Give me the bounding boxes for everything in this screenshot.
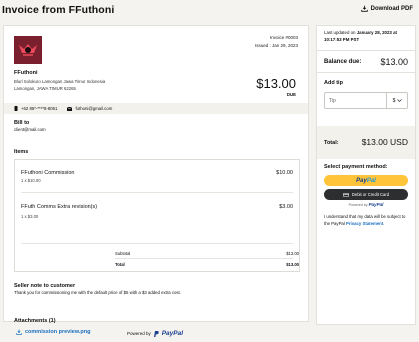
powered-by-small-text: Powered by xyxy=(348,203,368,207)
total-value: $13.00 xyxy=(286,262,299,267)
payment-sidebar: Last updated on January 28, 2023 at 10:1… xyxy=(316,25,416,325)
card-icon xyxy=(342,192,349,197)
download-pdf-button[interactable]: Download PDF xyxy=(360,5,413,12)
paypal-logo-icon xyxy=(153,330,159,337)
tip-field: $ xyxy=(324,92,408,109)
due-label: DUE xyxy=(286,92,296,97)
powered-by-text: Powered by xyxy=(126,331,151,336)
seller-address: Blurl Solokuro Lamongan Jawa Timur Indon… xyxy=(14,79,106,91)
mail-icon xyxy=(67,106,73,111)
chevron-down-icon xyxy=(397,99,403,102)
powered-by-small-brand: PayPal xyxy=(368,202,384,207)
paypal-button-label-a: Pay xyxy=(356,177,367,184)
last-updated-prefix: Last updated on xyxy=(324,30,357,35)
seller-name: FFuthoni xyxy=(14,70,38,76)
tip-currency-select[interactable]: $ xyxy=(386,93,408,108)
bill-to-heading: Bill to xyxy=(14,120,30,126)
privacy-statement-link[interactable]: Privacy Statement xyxy=(346,221,383,226)
item-price: $3.00 xyxy=(279,204,293,210)
page-title: Invoice from FFuthoni xyxy=(2,4,115,16)
payment-method-heading: Select payment method: xyxy=(324,164,388,170)
sidebar-total-label: Total: xyxy=(324,140,339,146)
item-qty-price: 1 x $3.00 xyxy=(21,214,39,219)
phone-icon xyxy=(14,106,18,111)
top-bar: Invoice from FFuthoni Download PDF xyxy=(0,0,419,22)
total-divider xyxy=(115,258,293,259)
balance-due-value: $13.00 xyxy=(380,57,408,67)
contact-band: +62 85*-****8-8061 futhoni@gmail.com xyxy=(4,103,308,114)
item-divider xyxy=(21,243,293,244)
seller-note-heading: Seller note to customer xyxy=(14,283,76,289)
paypal-button[interactable]: Pay Pal xyxy=(324,175,408,186)
invoice-number: Invoice #0003 xyxy=(269,35,298,40)
invoice-card: Invoice #0003 Issued : Jan 29, 2023 FFut… xyxy=(3,25,309,335)
divider xyxy=(317,50,415,51)
items-table: FFuthoni Commission 1 x $10.00 $10.00 FF… xyxy=(14,159,300,272)
seller-note: Thank you for commissioning me with the … xyxy=(14,290,181,295)
phone-number: +62 85*-****8-8061 xyxy=(21,106,58,111)
tip-currency-value: $ xyxy=(392,97,396,104)
seller-logo xyxy=(14,36,42,64)
paypal-brand: PayPal xyxy=(161,330,184,337)
last-updated: Last updated on January 28, 2023 at 10:1… xyxy=(324,30,414,43)
seller-email: futhoni@gmail.com xyxy=(75,106,113,111)
item-price: $10.00 xyxy=(276,170,293,176)
tip-input[interactable] xyxy=(325,93,386,108)
subtotal-value: $13.00 xyxy=(286,251,299,256)
sidebar-total-value: $13.00 USD xyxy=(361,137,408,147)
item-divider xyxy=(21,192,293,193)
invoice-meta: Invoice #0003 Issued : Jan 29, 2023 xyxy=(255,34,298,50)
item-qty-price: 1 x $10.00 xyxy=(21,178,41,183)
divider xyxy=(317,72,415,73)
download-pdf-label: Download PDF xyxy=(370,5,413,12)
item-name: FFuthoni Commission xyxy=(21,170,75,176)
download-icon xyxy=(360,5,368,12)
item-name: FFuth Comms Extra revision(s) xyxy=(21,204,98,210)
amount-due: $13.00 xyxy=(256,76,296,91)
total-label: Total xyxy=(115,262,125,267)
card-button-label: Debit or Credit Card xyxy=(351,192,390,197)
consent-text: I understand that my data will be subjec… xyxy=(324,214,412,227)
bill-to-email: client@mail.com xyxy=(14,127,46,132)
powered-by-small: Powered by PayPal xyxy=(324,202,408,207)
paypal-button-label-b: Pal xyxy=(366,177,376,184)
invoice-issued-date: Issued : Jan 29, 2023 xyxy=(254,43,298,48)
add-tip-label: Add tip xyxy=(324,80,343,86)
phone-contact: +62 85*-****8-8061 xyxy=(14,106,57,111)
consent-end: . xyxy=(383,220,385,226)
subtotal-label: Subtotal xyxy=(115,251,131,256)
total-band: Total: $13.00 USD xyxy=(317,126,415,159)
email-contact: futhoni@gmail.com xyxy=(67,106,112,111)
attachments-heading: Attachments (1) xyxy=(14,318,56,324)
card-button[interactable]: Debit or Credit Card xyxy=(324,189,408,200)
balance-due-label: Balance due: xyxy=(324,59,362,65)
footer: Powered by PayPal xyxy=(0,330,310,337)
items-heading: Items xyxy=(14,149,29,155)
